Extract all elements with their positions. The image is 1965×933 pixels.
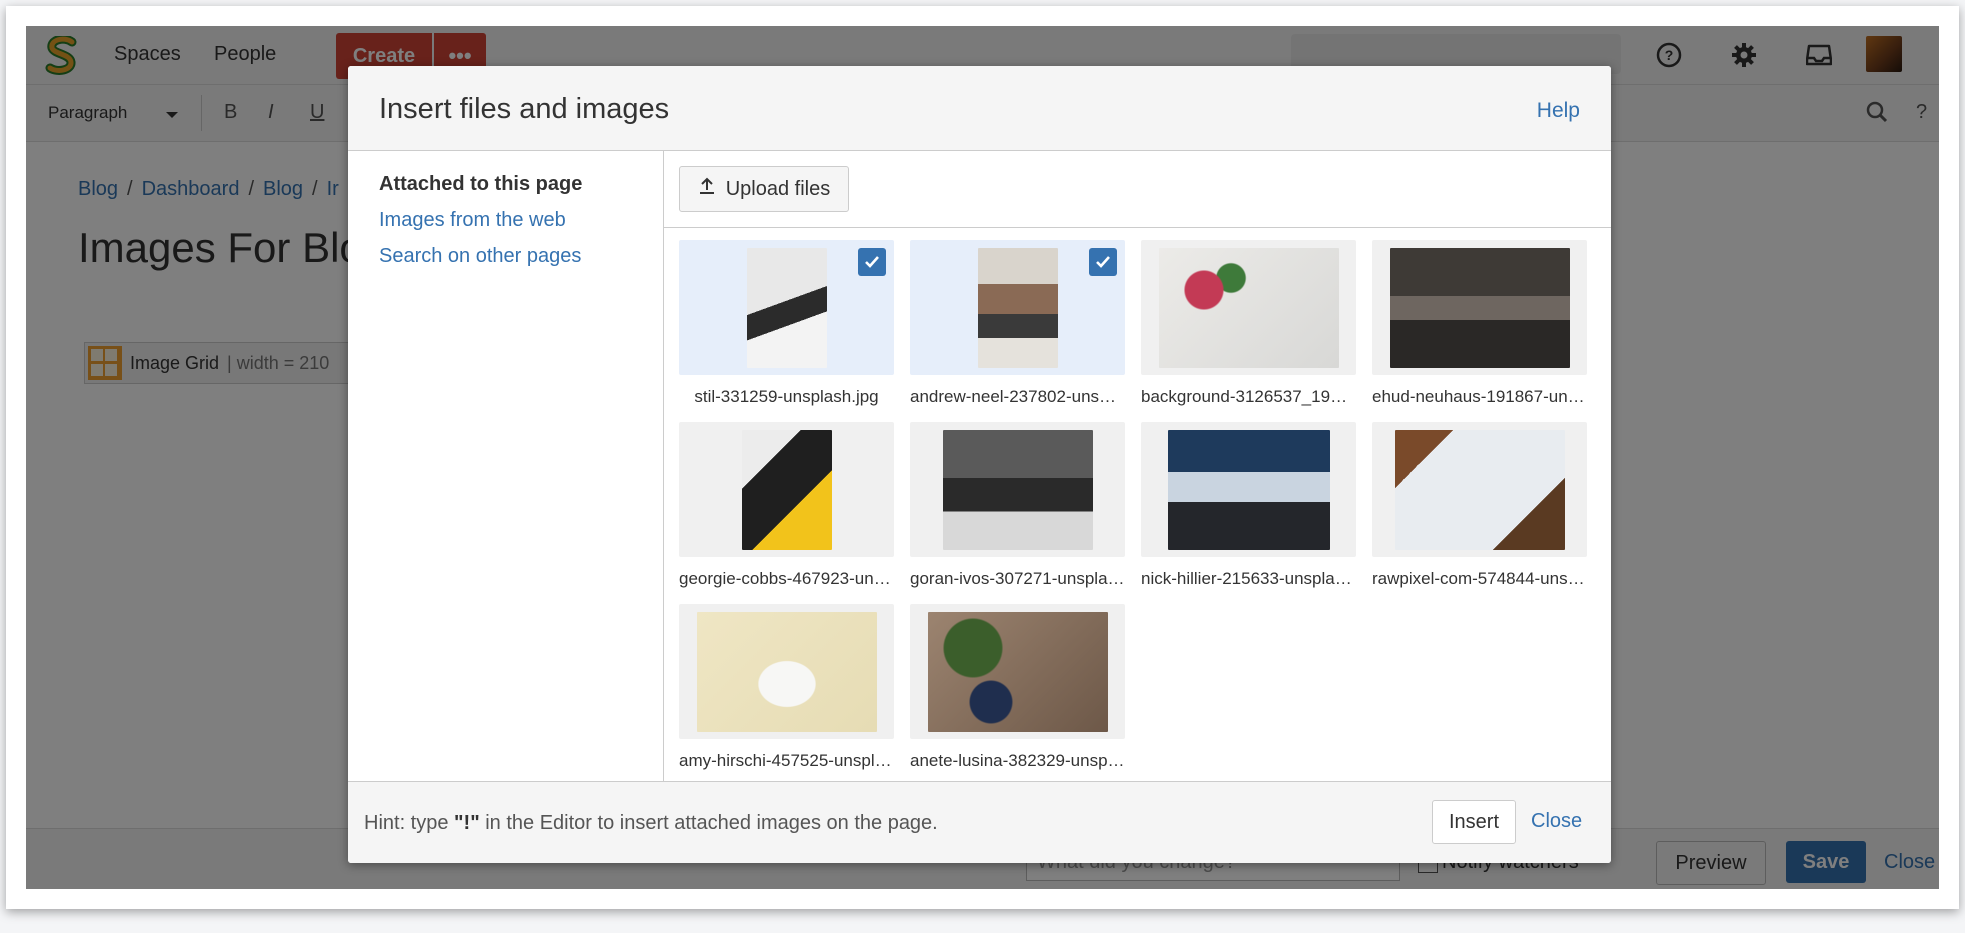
tab-search-other-pages[interactable]: Search on other pages	[379, 245, 581, 268]
file-name: goran-ivos-307271-unsplash.jpg	[910, 569, 1125, 588]
upload-files-button[interactable]: Upload files	[679, 166, 849, 212]
file-name: georgie-cobbs-467923-unsplash.jpg	[679, 569, 894, 588]
file-thumbnail[interactable]	[679, 604, 894, 739]
file-thumbnail[interactable]	[1141, 422, 1356, 557]
confluence-app: Spaces People Create ••• ? Paragraph B I…	[26, 26, 1939, 889]
file-tile[interactable]: andrew-neel-237802-unsplash.jpg	[910, 240, 1125, 407]
dialog-help-link[interactable]: Help	[1537, 99, 1580, 123]
file-tile[interactable]: stil-331259-unsplash.jpg	[679, 240, 894, 407]
checkmark-icon[interactable]	[858, 248, 886, 276]
hint-suffix: in the Editor to insert attached images …	[479, 812, 938, 834]
file-thumbnail[interactable]	[1141, 240, 1356, 375]
file-name: background-3126537_1920.jpg	[1141, 387, 1356, 406]
tab-attached-to-page[interactable]: Attached to this page	[379, 173, 582, 196]
tab-images-from-web[interactable]: Images from the web	[379, 209, 566, 232]
dialog-footer: Hint: type "!" in the Editor to insert a…	[348, 781, 1611, 863]
file-thumbnail[interactable]	[679, 422, 894, 557]
dialog-close-button[interactable]: Close	[1531, 810, 1582, 833]
file-tile[interactable]: background-3126537_1920.jpg	[1141, 240, 1356, 407]
file-tile[interactable]: georgie-cobbs-467923-unsplash.jpg	[679, 422, 894, 589]
image-thumbnail	[927, 611, 1108, 732]
file-name: amy-hirschi-457525-unsplash.jpg	[679, 751, 894, 770]
dialog-header: Insert files and images Help	[348, 66, 1611, 151]
image-thumbnail	[977, 247, 1058, 368]
image-thumbnail	[1394, 429, 1565, 550]
file-name: rawpixel-com-574844-unsplash.jpg	[1372, 569, 1587, 588]
screenshot-frame: Spaces People Create ••• ? Paragraph B I…	[6, 6, 1959, 909]
file-tile[interactable]: ehud-neuhaus-191867-unsplash.jpg	[1372, 240, 1587, 407]
image-thumbnail	[1167, 429, 1330, 550]
file-thumbnail[interactable]	[1372, 422, 1587, 557]
file-tile[interactable]: nick-hillier-215633-unsplash.jpg	[1141, 422, 1356, 589]
hint-key: "!"	[454, 812, 480, 834]
upload-bar: Upload files	[664, 151, 1611, 228]
file-tile[interactable]: goran-ivos-307271-unsplash.jpg	[910, 422, 1125, 589]
upload-icon	[698, 177, 716, 201]
dialog-sidebar: Attached to this page Images from the we…	[348, 151, 664, 781]
image-thumbnail	[741, 429, 832, 550]
file-thumbnail[interactable]	[679, 240, 894, 375]
dialog-main: Upload files stil-331259-unsplash.jpg an…	[664, 151, 1611, 781]
image-thumbnail	[942, 429, 1093, 550]
insert-hint: Hint: type "!" in the Editor to insert a…	[364, 812, 938, 835]
image-thumbnail	[746, 247, 827, 368]
file-name: nick-hillier-215633-unsplash.jpg	[1141, 569, 1356, 588]
dialog-title: Insert files and images	[379, 93, 670, 125]
file-tile[interactable]: anete-lusina-382329-unsplash.jpg	[910, 604, 1125, 771]
file-thumbnail[interactable]	[910, 240, 1125, 375]
file-name: andrew-neel-237802-unsplash.jpg	[910, 387, 1125, 406]
file-thumbnail[interactable]	[910, 604, 1125, 739]
hint-prefix: Hint: type	[364, 812, 455, 834]
insert-button[interactable]: Insert	[1432, 800, 1516, 844]
image-thumbnail	[1389, 247, 1570, 368]
file-tile[interactable]: rawpixel-com-574844-unsplash.jpg	[1372, 422, 1587, 589]
file-thumbnail[interactable]	[1372, 240, 1587, 375]
file-name: ehud-neuhaus-191867-unsplash.jpg	[1372, 387, 1587, 406]
file-thumbnail[interactable]	[910, 422, 1125, 557]
image-thumbnail	[1158, 247, 1339, 368]
file-tile[interactable]: amy-hirschi-457525-unsplash.jpg	[679, 604, 894, 771]
file-name: stil-331259-unsplash.jpg	[694, 387, 879, 406]
image-thumbnail	[696, 611, 877, 732]
insert-files-dialog: Insert files and images Help Attached to…	[348, 66, 1611, 863]
checkmark-icon[interactable]	[1089, 248, 1117, 276]
upload-label: Upload files	[725, 177, 831, 200]
file-name: anete-lusina-382329-unsplash.jpg	[910, 751, 1125, 770]
